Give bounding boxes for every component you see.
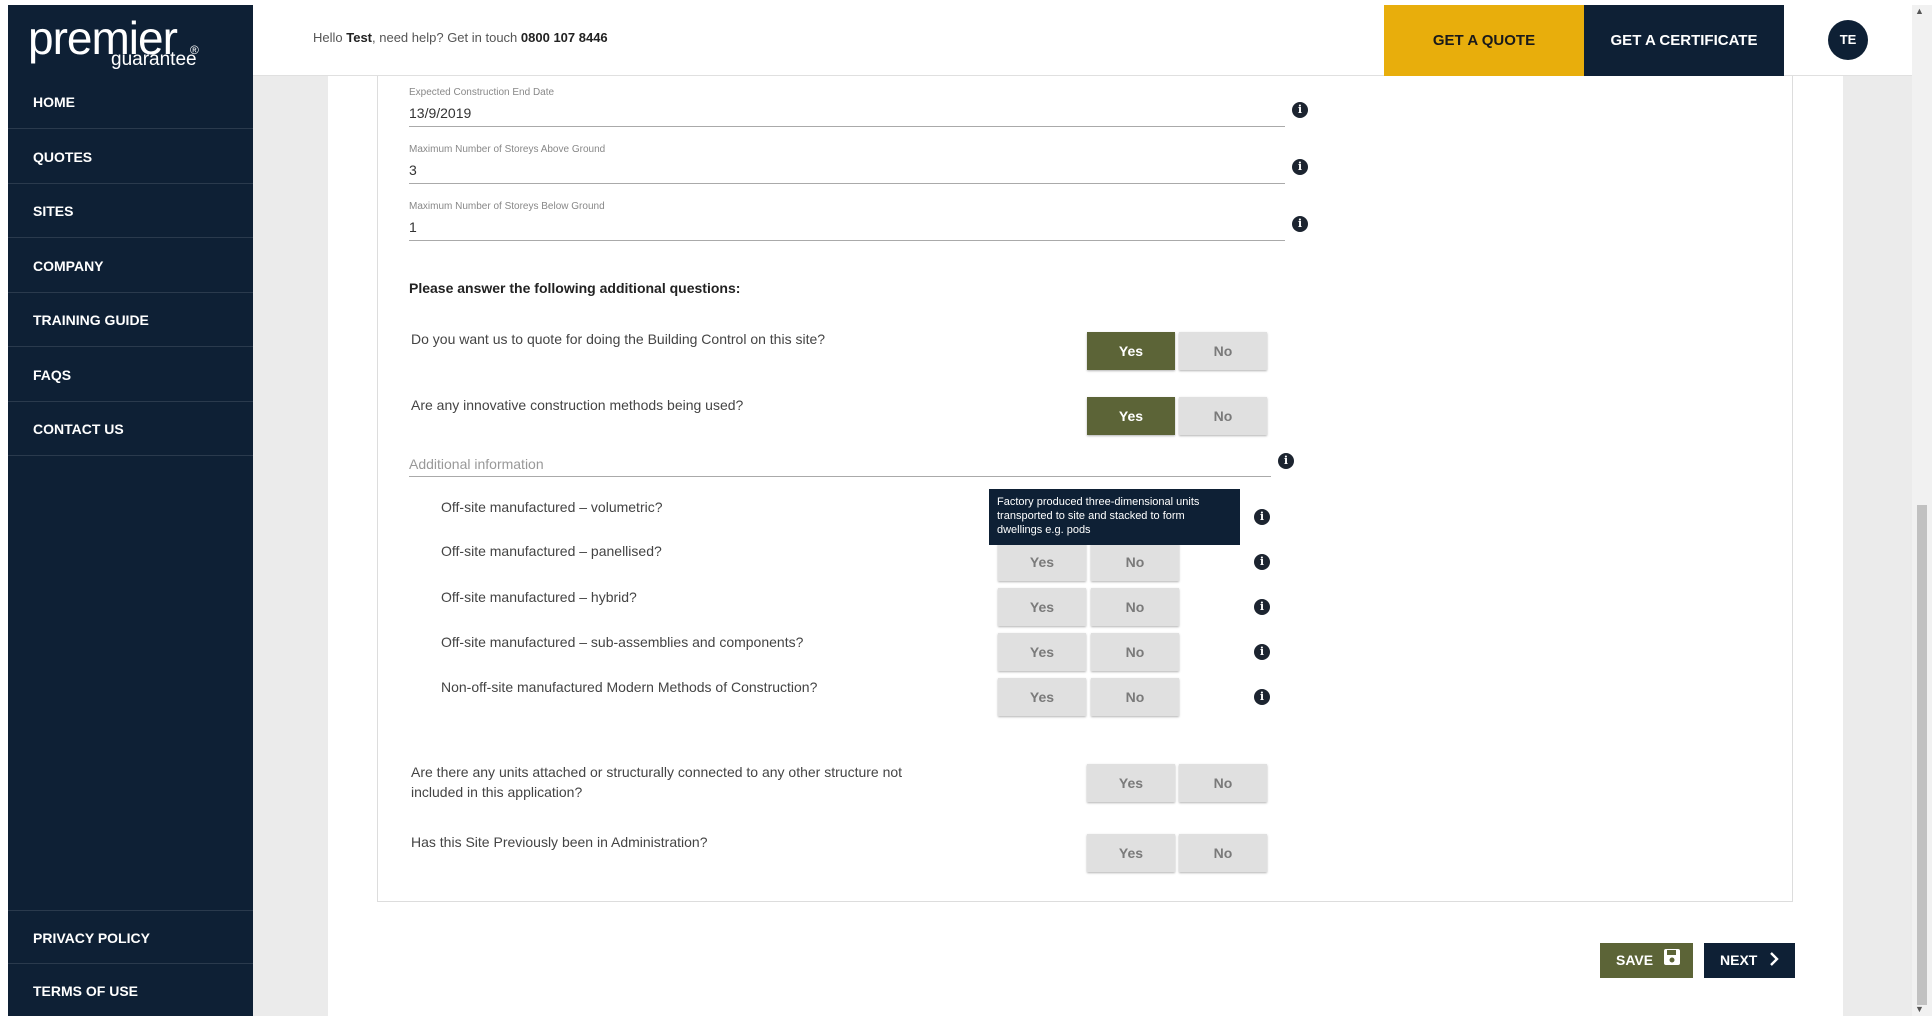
end-date-label: Expected Construction End Date bbox=[409, 87, 555, 98]
scrollbar-thumb[interactable] bbox=[1917, 505, 1927, 1005]
save-button[interactable]: SAVE bbox=[1600, 943, 1693, 978]
non-off-site-mmc-no-button[interactable]: No bbox=[1091, 678, 1179, 716]
nav-item-company[interactable]: COMPANY bbox=[8, 239, 253, 293]
question-building-control: Do you want us to quote for doing the Bu… bbox=[411, 331, 826, 347]
administration-yes-button[interactable]: Yes bbox=[1087, 834, 1175, 872]
nav-item-quotes[interactable]: QUOTES bbox=[8, 130, 253, 184]
panellised-no-button[interactable]: No bbox=[1091, 543, 1179, 581]
nav-item-privacy-policy[interactable]: PRIVACY POLICY bbox=[8, 910, 253, 964]
help-greeting: Hello Test, need help? Get in touch 0800… bbox=[313, 30, 608, 45]
info-icon[interactable]: i bbox=[1292, 216, 1308, 232]
building-control-yes-button[interactable]: Yes bbox=[1087, 332, 1175, 370]
storeys-above-input[interactable]: 3 bbox=[409, 162, 417, 178]
next-label: NEXT bbox=[1720, 952, 1758, 968]
nav-item-terms-of-use[interactable]: TERMS OF USE bbox=[8, 964, 253, 1018]
innovative-methods-yes-button[interactable]: Yes bbox=[1087, 397, 1175, 435]
volumetric-tooltip: Factory produced three-dimensional units… bbox=[989, 489, 1240, 545]
info-icon[interactable]: i bbox=[1292, 102, 1308, 118]
subquestion-volumetric: Off-site manufactured – volumetric? bbox=[441, 499, 663, 515]
innovative-methods-no-button[interactable]: No bbox=[1179, 397, 1267, 435]
registered-mark: ® bbox=[190, 43, 199, 57]
question-administration: Has this Site Previously been in Adminis… bbox=[411, 834, 708, 850]
section-title: Please answer the following additional q… bbox=[409, 280, 741, 296]
end-date-input[interactable]: 13/9/2019 bbox=[409, 105, 471, 121]
attached-units-no-button[interactable]: No bbox=[1179, 764, 1267, 802]
nav-item-faqs[interactable]: FAQS bbox=[8, 348, 253, 402]
next-button[interactable]: NEXT bbox=[1704, 943, 1795, 978]
building-control-no-button[interactable]: No bbox=[1179, 332, 1267, 370]
storeys-below-underline bbox=[409, 240, 1285, 241]
additional-information-field[interactable]: Additional information bbox=[409, 456, 544, 472]
info-icon[interactable]: i bbox=[1254, 554, 1270, 570]
info-icon[interactable]: i bbox=[1254, 599, 1270, 615]
non-off-site-mmc-yes-button[interactable]: Yes bbox=[998, 678, 1086, 716]
chevron-right-icon bbox=[1769, 944, 1779, 979]
user-avatar[interactable]: TE bbox=[1828, 20, 1868, 60]
sub-assemblies-no-button[interactable]: No bbox=[1091, 633, 1179, 671]
premier-guarantee-logo[interactable]: premier guarantee ® bbox=[8, 5, 253, 75]
nav-item-contact-us[interactable]: CONTACT US bbox=[8, 402, 253, 456]
info-icon[interactable]: i bbox=[1254, 644, 1270, 660]
storeys-above-underline bbox=[409, 183, 1285, 184]
info-icon[interactable]: i bbox=[1254, 509, 1270, 525]
attached-units-yes-button[interactable]: Yes bbox=[1087, 764, 1175, 802]
nav-item-training-guide[interactable]: TRAINING GUIDE bbox=[8, 293, 253, 347]
subquestion-panellised: Off-site manufactured – panellised? bbox=[441, 543, 662, 559]
storeys-below-input[interactable]: 1 bbox=[409, 219, 417, 235]
subquestion-non-off-site-mmc: Non-off-site manufactured Modern Methods… bbox=[441, 679, 818, 695]
greeting-prefix: Hello bbox=[313, 30, 347, 45]
storeys-below-label: Maximum Number of Storeys Below Ground bbox=[409, 201, 605, 212]
page-backdrop-left bbox=[253, 76, 328, 1016]
user-name: Test bbox=[346, 30, 373, 45]
info-icon[interactable]: i bbox=[1278, 453, 1294, 469]
sub-assemblies-yes-button[interactable]: Yes bbox=[998, 633, 1086, 671]
nav-item-sites[interactable]: SITES bbox=[8, 184, 253, 238]
administration-no-button[interactable]: No bbox=[1179, 834, 1267, 872]
panellised-yes-button[interactable]: Yes bbox=[998, 543, 1086, 581]
question-attached-units: Are there any units attached or structur… bbox=[411, 764, 903, 800]
additional-information-underline bbox=[409, 476, 1271, 477]
page-backdrop-right bbox=[1843, 76, 1912, 1016]
subquestion-sub-assemblies: Off-site manufactured – sub-assemblies a… bbox=[441, 634, 804, 650]
logo-subtitle: guarantee bbox=[111, 49, 197, 70]
save-label: SAVE bbox=[1616, 952, 1654, 968]
hybrid-no-button[interactable]: No bbox=[1091, 588, 1179, 626]
get-a-quote-button[interactable]: GET A QUOTE bbox=[1384, 5, 1584, 76]
greeting-mid: , need help? Get in touch bbox=[372, 30, 521, 45]
subquestion-hybrid: Off-site manufactured – hybrid? bbox=[441, 589, 637, 605]
scroll-down-arrow-icon[interactable]: ▼ bbox=[1915, 1004, 1924, 1014]
info-icon[interactable]: i bbox=[1292, 159, 1308, 175]
floppy-disk-icon bbox=[1663, 944, 1681, 979]
scroll-up-arrow-icon[interactable]: ▲ bbox=[1915, 6, 1924, 16]
info-icon[interactable]: i bbox=[1254, 689, 1270, 705]
storeys-above-label: Maximum Number of Storeys Above Ground bbox=[409, 144, 606, 155]
end-date-underline bbox=[409, 126, 1285, 127]
nav-item-home[interactable]: HOME bbox=[8, 75, 253, 129]
get-a-certificate-button[interactable]: GET A CERTIFICATE bbox=[1584, 5, 1784, 76]
question-innovative-methods: Are any innovative construction methods … bbox=[411, 397, 744, 413]
hybrid-yes-button[interactable]: Yes bbox=[998, 588, 1086, 626]
phone-number[interactable]: 0800 107 8446 bbox=[521, 30, 608, 45]
